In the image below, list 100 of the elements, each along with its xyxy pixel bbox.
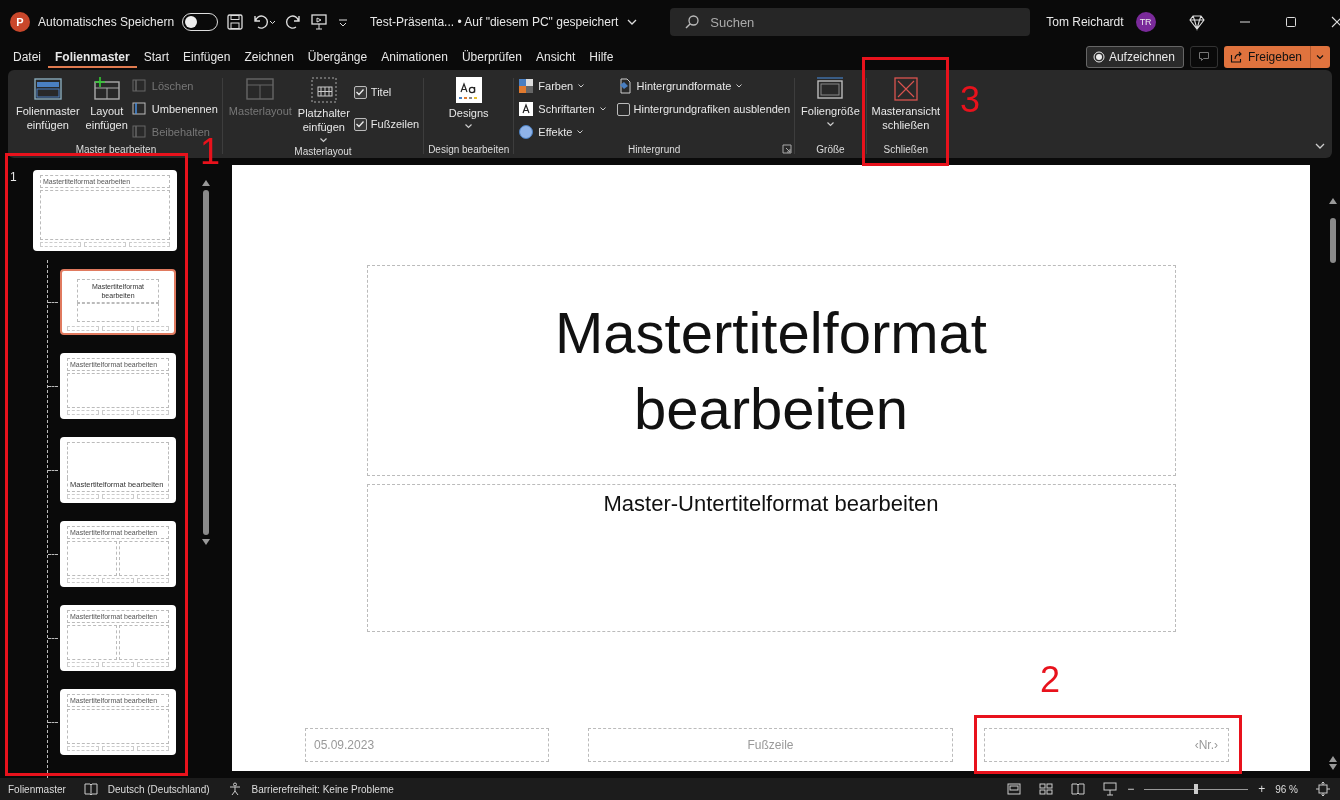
- caret-icon: [598, 105, 607, 113]
- fit-to-window-icon[interactable]: [1316, 782, 1330, 796]
- slide-number: 1: [10, 170, 18, 184]
- checkbox[interactable]: [353, 117, 367, 131]
- presentation-icon[interactable]: [1103, 782, 1118, 796]
- placeholder-outline: [137, 326, 169, 331]
- scrollbar-thumb[interactable]: [1329, 218, 1336, 263]
- slide-sorter-icon[interactable]: [1039, 783, 1054, 795]
- record-icon: [1092, 51, 1105, 63]
- caret-icon[interactable]: [1315, 52, 1325, 62]
- group-label: Design bearbeiten: [428, 144, 510, 157]
- layout-icon: [245, 76, 276, 102]
- view-label: Folienmaster: [8, 783, 66, 795]
- checkbox[interactable]: [353, 85, 367, 99]
- scroll-up-icon[interactable]: [1328, 198, 1337, 204]
- placeholder-outline: [137, 410, 169, 415]
- ribbon-tab[interactable]: Hilfe: [582, 46, 621, 68]
- ribbon-tab[interactable]: Einfügen: [176, 46, 238, 68]
- ribbon-tab[interactable]: Folienmaster: [48, 46, 137, 68]
- slide-size-button[interactable]: Foliengröße: [799, 74, 862, 130]
- close-master-button[interactable]: Masteransicht schließen: [869, 74, 943, 134]
- reading-view-icon[interactable]: [1071, 783, 1086, 795]
- placeholder-outline: [128, 242, 170, 247]
- page-arrows-icon[interactable]: [1328, 756, 1337, 770]
- slide-size-icon: [815, 76, 846, 102]
- ribbon-tab[interactable]: Zeichnen: [237, 46, 301, 68]
- placeholder-outline: [119, 625, 169, 660]
- scroll-down-icon[interactable]: [202, 539, 211, 545]
- scrollbar-thumb[interactable]: [203, 190, 210, 535]
- placeholder-outline: [67, 578, 99, 583]
- close-icon[interactable]: [1329, 15, 1340, 29]
- ribbon-tab[interactable]: Ansicht: [528, 46, 583, 68]
- ribbon-tab[interactable]: Datei: [6, 46, 48, 68]
- scroll-up-icon[interactable]: [202, 180, 211, 186]
- zoom-in-button[interactable]: +: [1258, 782, 1266, 796]
- group-label: Schließen: [883, 144, 929, 157]
- placeholder-outline: [102, 662, 134, 667]
- caret-icon: [735, 82, 744, 90]
- colors-dropdown[interactable]: Farben: [518, 76, 607, 96]
- caret-icon: [577, 82, 586, 90]
- ribbon-tab[interactable]: Start: [136, 46, 177, 68]
- subtitle-placeholder[interactable]: Master-Untertitelformat bearbeiten: [603, 491, 939, 519]
- ribbon-tab[interactable]: Überprüfen: [454, 46, 529, 68]
- slide-master-icon: [32, 76, 63, 102]
- ribbon-tab[interactable]: Übergänge: [300, 46, 375, 68]
- user-avatar[interactable]: TR: [1135, 12, 1156, 32]
- placeholder-outline: [137, 662, 169, 667]
- notes-icon[interactable]: [83, 782, 98, 796]
- redo-icon[interactable]: [284, 13, 303, 31]
- placeholder-outline: [102, 746, 134, 751]
- checkbox-label[interactable]: Titel: [370, 86, 392, 98]
- background-format-dropdown[interactable]: Hintergrundformate: [616, 76, 791, 96]
- user-name: Tom Reichardt: [1046, 15, 1124, 29]
- group-label: Hintergrund: [628, 144, 681, 157]
- presentation-icon[interactable]: [310, 13, 329, 31]
- search-field[interactable]: Suchen: [670, 8, 1031, 36]
- caret-icon: [576, 128, 585, 136]
- dialog-launcher-icon[interactable]: [782, 144, 793, 154]
- comment-button[interactable]: [1189, 46, 1218, 68]
- placeholder-outline: [67, 494, 99, 499]
- maximize-icon[interactable]: [1283, 15, 1298, 29]
- record-button[interactable]: Aufzeichnen: [1085, 46, 1184, 68]
- designs-button[interactable]: Designs: [446, 74, 491, 132]
- annotation-number: 3: [960, 84, 981, 116]
- document-title[interactable]: Test-Präsenta... • Auf "diesem PC" gespeichert: [370, 15, 619, 29]
- placeholder-icon: [308, 76, 339, 104]
- insert-placeholder-button[interactable]: Platzhalter einfügen: [295, 74, 352, 146]
- insert-master-button[interactable]: Folienmaster einfügen: [14, 74, 82, 134]
- insert-layout-button[interactable]: Layout einfügen: [83, 74, 130, 134]
- checkbox[interactable]: [616, 102, 630, 116]
- accessibility-icon[interactable]: [227, 782, 242, 796]
- zoom-level[interactable]: 96 %: [1275, 783, 1298, 795]
- layout-icon: [131, 79, 148, 93]
- caret-icon: [825, 120, 835, 128]
- placeholder-outline: [137, 746, 169, 751]
- normal-view-icon[interactable]: [1007, 783, 1022, 795]
- ribbon-tab[interactable]: Animationen: [374, 46, 455, 68]
- comment-icon: [1197, 51, 1210, 63]
- placeholder-outline: [67, 541, 117, 576]
- zoom-slider[interactable]: [1144, 784, 1249, 794]
- undo-icon[interactable]: [252, 13, 277, 31]
- annotation-number: 1: [200, 136, 221, 168]
- layout-icon: [131, 125, 148, 139]
- effects-dropdown[interactable]: Effekte: [518, 122, 607, 142]
- placeholder-outline: [119, 541, 169, 576]
- checkbox-label[interactable]: Hintergrundgrafiken ausblenden: [633, 103, 791, 115]
- placeholder-outline: [102, 578, 134, 583]
- placeholder-outline: [67, 326, 99, 331]
- diamond-icon[interactable]: [1187, 13, 1206, 31]
- fonts-dropdown[interactable]: Schriftarten: [518, 99, 607, 119]
- accessibility-status[interactable]: Barrierefreiheit: Keine Probleme: [251, 783, 394, 795]
- theme-icon: [454, 76, 483, 104]
- group-label: Masterlayout: [294, 146, 352, 159]
- language-label[interactable]: Deutsch (Deutschland): [107, 783, 210, 795]
- ribbon-button[interactable]: Umbenennen: [131, 99, 218, 119]
- annotation-number: 2: [1040, 664, 1061, 696]
- zoom-out-button[interactable]: −: [1127, 782, 1135, 796]
- checkbox-label[interactable]: Fußzeilen: [370, 118, 420, 130]
- group-label: Master bearbeiten: [75, 144, 157, 157]
- save-icon[interactable]: [226, 13, 245, 31]
